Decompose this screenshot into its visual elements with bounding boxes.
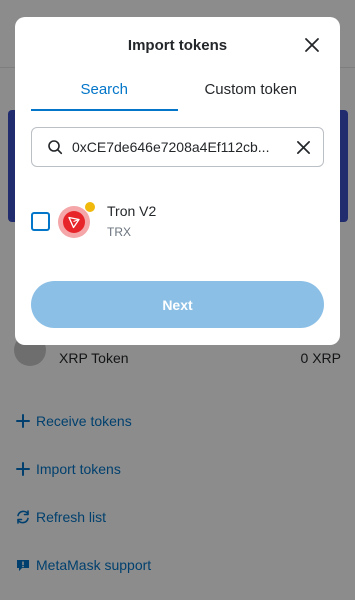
tab-custom-token[interactable]: Custom token [178, 79, 325, 111]
search-icon [46, 138, 64, 156]
result-token-symbol: TRX [107, 225, 131, 239]
search-box [31, 127, 324, 167]
token-checkbox[interactable] [31, 211, 50, 231]
token-info: Tron V2 TRX [107, 202, 156, 240]
result-token-name: Tron V2 [107, 203, 157, 219]
import-tokens-modal: Import tokens Search Custom token Tr [15, 17, 340, 345]
clear-search-icon[interactable] [293, 137, 313, 157]
close-icon [304, 37, 320, 53]
close-button[interactable] [302, 35, 322, 55]
next-button[interactable]: Next [31, 281, 324, 328]
modal-title: Import tokens [127, 37, 228, 54]
tab-search[interactable]: Search [31, 79, 178, 111]
search-result-row[interactable]: Tron V2 TRX [31, 199, 324, 243]
search-input[interactable] [72, 139, 285, 155]
tron-token-icon [58, 201, 96, 238]
network-badge-icon [84, 201, 96, 213]
tab-bar: Search Custom token [31, 79, 324, 111]
